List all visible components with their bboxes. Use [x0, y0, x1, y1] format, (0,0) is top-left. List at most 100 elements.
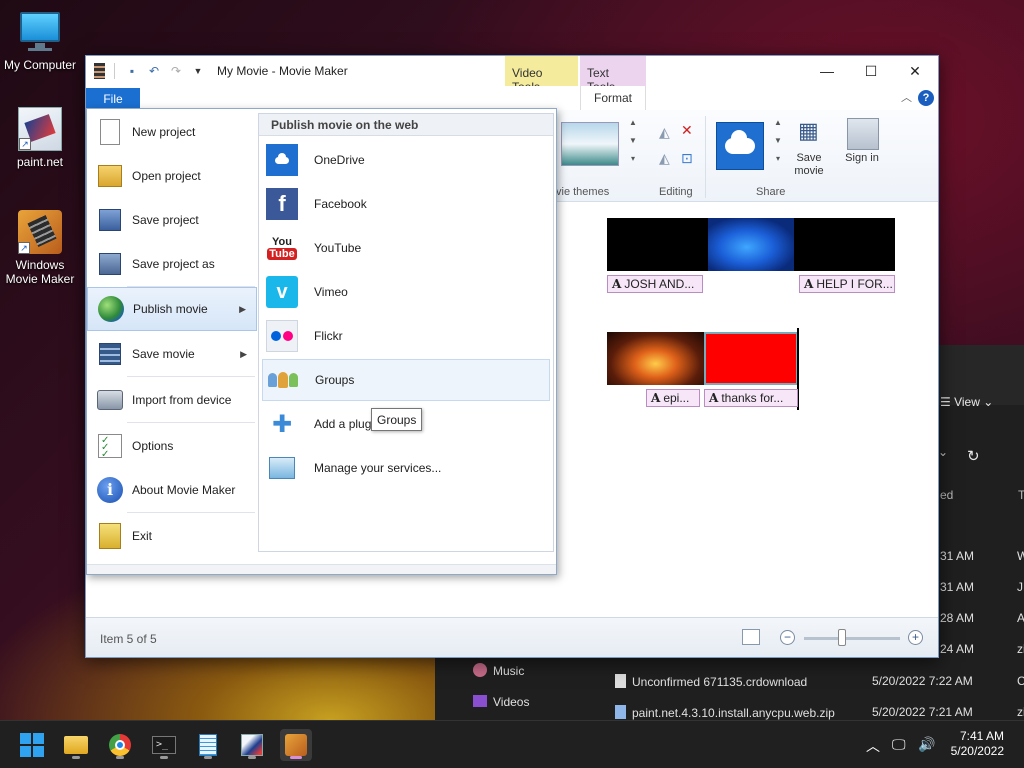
file-menu-commands: New project Open project Save project Sa… — [87, 109, 257, 564]
network-icon[interactable]: 🖵 — [892, 736, 906, 753]
sign-in-button[interactable]: Sign in — [844, 152, 880, 165]
trim-icon[interactable]: ◭ — [659, 124, 670, 141]
taskbar-chrome[interactable] — [104, 729, 136, 761]
file-type: A — [1017, 611, 1024, 625]
volume-icon[interactable]: 🔊 — [918, 736, 935, 753]
chrome-icon — [109, 734, 131, 756]
caption-tag[interactable]: A HELP I FOR... — [799, 275, 895, 293]
windows-logo-icon — [20, 733, 44, 757]
submenu-arrow-icon: ▶ — [239, 303, 246, 314]
share-scroll-icon[interactable]: ▲ ▼ ▾ — [772, 114, 784, 168]
taskbar-terminal[interactable]: >_ — [148, 729, 180, 761]
menu-item-options[interactable]: ✓ ✓ ✓ Options — [87, 424, 257, 468]
title-bar: ▪ ↶ ↷ ▼ My Movie - Movie Maker Video Too… — [86, 56, 938, 94]
taskbar-file-explorer[interactable] — [60, 729, 92, 761]
submenu-item-groups[interactable]: Groups — [262, 359, 550, 401]
file-time: 28 AM — [940, 611, 975, 625]
desktop-icon-my-computer[interactable]: My Computer — [0, 10, 80, 72]
delete-icon[interactable]: ✕ — [681, 122, 693, 139]
customize-qat-icon[interactable]: ▼ — [190, 63, 206, 79]
split-icon[interactable]: ◭ — [659, 150, 670, 167]
close-button[interactable]: ✕ — [892, 56, 938, 86]
undo-icon[interactable]: ↶ — [146, 63, 162, 79]
menu-item-new-project[interactable]: New project — [87, 110, 257, 154]
maximize-button[interactable]: ☐ — [848, 56, 894, 86]
thumbnail-size-icon[interactable] — [742, 629, 760, 645]
system-clock[interactable]: 7:41 AM 5/20/2022 — [951, 729, 1004, 759]
youtube-icon: You Tube — [267, 236, 297, 260]
caption-tag[interactable]: Aepi... — [646, 389, 700, 407]
save-icon[interactable]: ▪ — [124, 63, 140, 79]
clip-windows-bloom[interactable] — [708, 218, 794, 271]
group-label-share: Share — [756, 186, 786, 198]
onedrive-share-button[interactable] — [716, 122, 764, 170]
show-hidden-icons-icon[interactable]: ︿ — [866, 736, 880, 756]
menu-item-about[interactable]: i About Movie Maker — [87, 468, 257, 512]
menu-item-open-project[interactable]: Open project — [87, 154, 257, 198]
sidebar-item-music[interactable]: Music — [473, 663, 524, 678]
tooltip: Groups — [371, 408, 423, 431]
status-item-count: Item 5 of 5 — [100, 632, 157, 646]
zoom-out-button[interactable]: − — [780, 630, 795, 645]
movie-maker-icon: ↗ — [18, 210, 62, 254]
zoom-slider-thumb[interactable] — [838, 629, 846, 646]
collapse-ribbon-icon[interactable]: ︿ — [901, 89, 912, 105]
manage-services-icon — [266, 452, 298, 484]
desktop-icon-paint-net[interactable]: ↗ paint.net — [0, 107, 80, 169]
menu-item-import-from-device[interactable]: Import from device — [87, 378, 257, 422]
submenu-item-youtube[interactable]: You Tube YouTube — [262, 227, 550, 269]
menu-item-save-project-as[interactable]: Save project as — [87, 242, 257, 286]
clip-black[interactable] — [794, 218, 895, 271]
chevron-down-icon[interactable]: ⌄ — [938, 445, 948, 459]
menu-item-save-project[interactable]: Save project — [87, 198, 257, 242]
menu-item-save-movie[interactable]: Save movie ▶ — [87, 332, 257, 376]
gallery-scroll-icon[interactable]: ▲ ▼ ▾ — [627, 114, 639, 168]
sidebar-item-videos[interactable]: Videos — [473, 695, 529, 709]
view-label: View — [954, 395, 980, 409]
file-type: W — [1017, 549, 1024, 563]
zoom-slider-track[interactable] — [804, 637, 900, 640]
clip-black[interactable] — [607, 218, 708, 271]
computer-icon — [18, 10, 62, 54]
group-label-themes: vie themes — [556, 186, 610, 198]
submenu-item-flickr[interactable]: Flickr — [262, 315, 550, 357]
minimize-button[interactable]: — — [804, 56, 850, 86]
terminal-icon: >_ — [152, 736, 176, 754]
theme-thumbnail[interactable] — [561, 122, 619, 166]
submenu-item-manage-services[interactable]: Manage your services... — [262, 447, 550, 489]
column-header-type[interactable]: T — [1018, 488, 1024, 502]
submenu-item-facebook[interactable]: f Facebook — [262, 183, 550, 225]
help-icon[interactable]: ? — [918, 90, 934, 106]
desktop-icon-movie-maker[interactable]: ↗ Windows Movie Maker — [0, 210, 80, 286]
clip-explosion[interactable] — [607, 332, 704, 385]
file-type: zi — [1017, 705, 1024, 719]
view-button[interactable]: ☰ View ⌄ — [940, 395, 993, 409]
menu-item-exit[interactable]: Exit — [87, 514, 257, 558]
submenu-item-vimeo[interactable]: v Vimeo — [262, 271, 550, 313]
tab-format[interactable]: Format — [580, 86, 646, 110]
caption-tag[interactable]: Athanks for... — [704, 389, 798, 407]
taskbar-notepad[interactable] — [192, 729, 224, 761]
file-row[interactable]: paint.net.4.3.10.install.anycpu.web.zip — [615, 705, 835, 720]
sign-in-icon[interactable] — [847, 118, 879, 150]
save-movie-icon[interactable]: ▦ — [798, 118, 819, 144]
file-row[interactable]: Unconfirmed 671135.crdownload — [615, 674, 807, 689]
select-icon[interactable]: ⊡ — [681, 150, 693, 167]
submenu-item-onedrive[interactable]: OneDrive — [262, 139, 550, 181]
caption-tag[interactable]: A JOSH AND... — [607, 275, 703, 293]
vimeo-icon: v — [266, 276, 298, 308]
open-folder-icon — [95, 161, 125, 191]
save-movie-button[interactable]: Save movie — [786, 152, 832, 178]
clip-red[interactable] — [704, 332, 798, 385]
column-header-modified[interactable]: ed — [940, 488, 953, 502]
redo-icon[interactable]: ↷ — [168, 63, 184, 79]
quick-access-toolbar: ▪ ↶ ↷ ▼ — [94, 63, 206, 79]
zip-icon — [615, 705, 626, 719]
taskbar-movie-maker[interactable] — [280, 729, 312, 761]
start-button[interactable] — [16, 729, 48, 761]
zoom-in-button[interactable]: + — [908, 630, 923, 645]
tab-file[interactable]: File — [86, 88, 140, 110]
taskbar-paint-net[interactable] — [236, 729, 268, 761]
refresh-icon[interactable]: ↻ — [967, 447, 980, 465]
menu-item-publish-movie[interactable]: Publish movie ▶ — [87, 287, 257, 331]
